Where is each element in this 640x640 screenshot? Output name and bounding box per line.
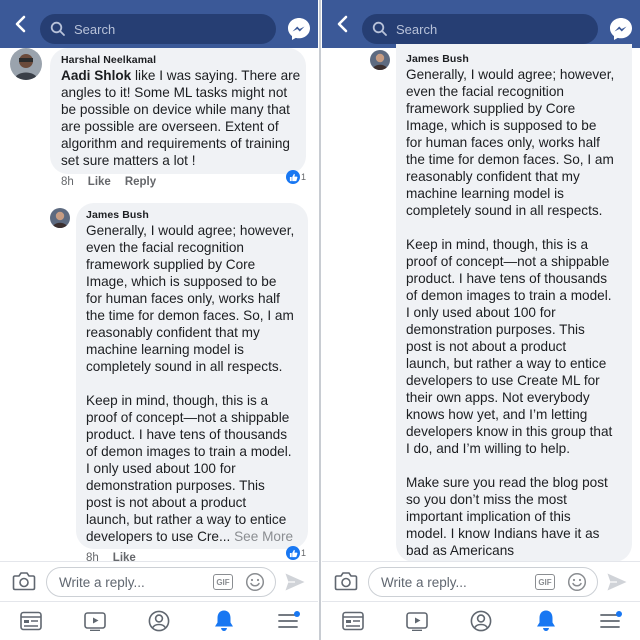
messenger-icon bbox=[610, 18, 632, 40]
comment-text: Aadi Shlok like I was saying. There are … bbox=[61, 67, 305, 169]
search-icon bbox=[50, 21, 65, 36]
gif-button[interactable]: GIF bbox=[213, 574, 233, 590]
top-bar bbox=[322, 0, 640, 48]
comment-text-truncated: developers to use Cre... See More bbox=[86, 528, 308, 545]
reply-button[interactable]: Reply bbox=[125, 176, 156, 188]
comment-time: 8h bbox=[61, 176, 74, 188]
camera-icon bbox=[334, 572, 358, 591]
search-input[interactable] bbox=[396, 21, 576, 37]
notifications-bell-icon bbox=[537, 610, 555, 631]
like-button[interactable]: Like bbox=[88, 176, 111, 188]
comment-text: Generally, I would agree; however, even … bbox=[406, 67, 615, 558]
reply-field[interactable]: GIF bbox=[46, 567, 276, 597]
back-button[interactable] bbox=[328, 10, 356, 38]
nav-profile[interactable] bbox=[146, 609, 172, 633]
watch-icon bbox=[84, 612, 106, 631]
reaction-count: 1 bbox=[301, 548, 307, 558]
see-more-link[interactable]: See More bbox=[234, 529, 293, 544]
nav-profile[interactable] bbox=[468, 609, 494, 633]
nav-menu[interactable] bbox=[276, 609, 302, 633]
search-icon bbox=[372, 21, 387, 36]
reaction-count: 1 bbox=[301, 172, 307, 182]
chevron-left-icon bbox=[15, 15, 26, 33]
menu-icon bbox=[278, 611, 300, 628]
news-feed-icon bbox=[342, 611, 364, 631]
search-box[interactable] bbox=[40, 14, 276, 44]
nav-notifications[interactable] bbox=[533, 609, 559, 633]
comment-text-rest: angles to it! Some ML tasks might not be… bbox=[61, 85, 290, 168]
bottom-nav bbox=[0, 601, 318, 640]
comment-last-line: developers to use Cre... bbox=[86, 529, 235, 544]
bottom-nav bbox=[322, 601, 640, 640]
reply-bar: GIF bbox=[0, 561, 318, 601]
menu-icon bbox=[600, 611, 622, 628]
thumbs-up-icon bbox=[289, 549, 297, 557]
gif-button[interactable]: GIF bbox=[535, 574, 555, 590]
top-bar bbox=[0, 0, 318, 48]
avatar[interactable] bbox=[10, 48, 42, 80]
messenger-button[interactable] bbox=[286, 16, 312, 42]
comment-author[interactable]: Harshal Neelkamal bbox=[61, 54, 156, 66]
send-button[interactable] bbox=[284, 572, 306, 592]
emoji-button[interactable] bbox=[567, 572, 587, 592]
reply-bar: GIF bbox=[322, 561, 640, 601]
mention-link[interactable]: Aadi Shlok bbox=[61, 68, 131, 83]
emoji-icon bbox=[245, 572, 265, 592]
reply-field[interactable]: GIF bbox=[368, 567, 598, 597]
notifications-bell-icon bbox=[215, 610, 233, 631]
comment-text-line: like I was saying. There are bbox=[131, 68, 301, 83]
comment-author[interactable]: James Bush bbox=[86, 209, 149, 221]
gif-icon: GIF bbox=[216, 577, 230, 587]
send-button[interactable] bbox=[606, 572, 628, 592]
nav-watch[interactable] bbox=[404, 609, 430, 633]
news-feed-icon bbox=[20, 611, 42, 631]
gif-icon: GIF bbox=[538, 577, 552, 587]
left-pane: Harshal Neelkamal Aadi Shlok like I was … bbox=[0, 0, 318, 640]
comment-text: Generally, I would agree; however, even … bbox=[86, 223, 295, 527]
avatar[interactable] bbox=[370, 50, 390, 70]
comment-author[interactable]: James Bush bbox=[406, 53, 469, 65]
pane-divider bbox=[319, 0, 321, 640]
reaction-badge[interactable]: 1 bbox=[286, 546, 306, 560]
search-input[interactable] bbox=[74, 21, 254, 37]
chevron-left-icon bbox=[337, 15, 348, 33]
right-pane: James Bush Generally, I would agree; how… bbox=[322, 0, 640, 640]
profile-icon bbox=[470, 610, 492, 632]
camera-button[interactable] bbox=[12, 570, 36, 592]
comment-meta: 8h Like Reply bbox=[61, 176, 156, 188]
emoji-button[interactable] bbox=[245, 572, 265, 592]
messenger-button[interactable] bbox=[608, 16, 634, 42]
nav-notifications[interactable] bbox=[211, 609, 237, 633]
search-box[interactable] bbox=[362, 14, 598, 44]
nav-news-feed[interactable] bbox=[340, 609, 366, 633]
nav-menu[interactable] bbox=[598, 609, 624, 633]
reaction-badge[interactable]: 1 bbox=[286, 170, 306, 184]
camera-icon bbox=[12, 572, 36, 591]
profile-icon bbox=[148, 610, 170, 632]
thumbs-up-icon bbox=[289, 173, 297, 181]
messenger-icon bbox=[288, 18, 310, 40]
avatar[interactable] bbox=[50, 208, 70, 228]
nav-news-feed[interactable] bbox=[18, 609, 44, 633]
camera-button[interactable] bbox=[334, 570, 358, 592]
emoji-icon bbox=[567, 572, 587, 592]
send-icon bbox=[285, 573, 305, 591]
watch-icon bbox=[406, 612, 428, 631]
reply-input[interactable] bbox=[59, 574, 209, 590]
nav-watch[interactable] bbox=[82, 609, 108, 633]
reply-input[interactable] bbox=[381, 574, 531, 590]
back-button[interactable] bbox=[6, 10, 34, 38]
send-icon bbox=[607, 573, 627, 591]
